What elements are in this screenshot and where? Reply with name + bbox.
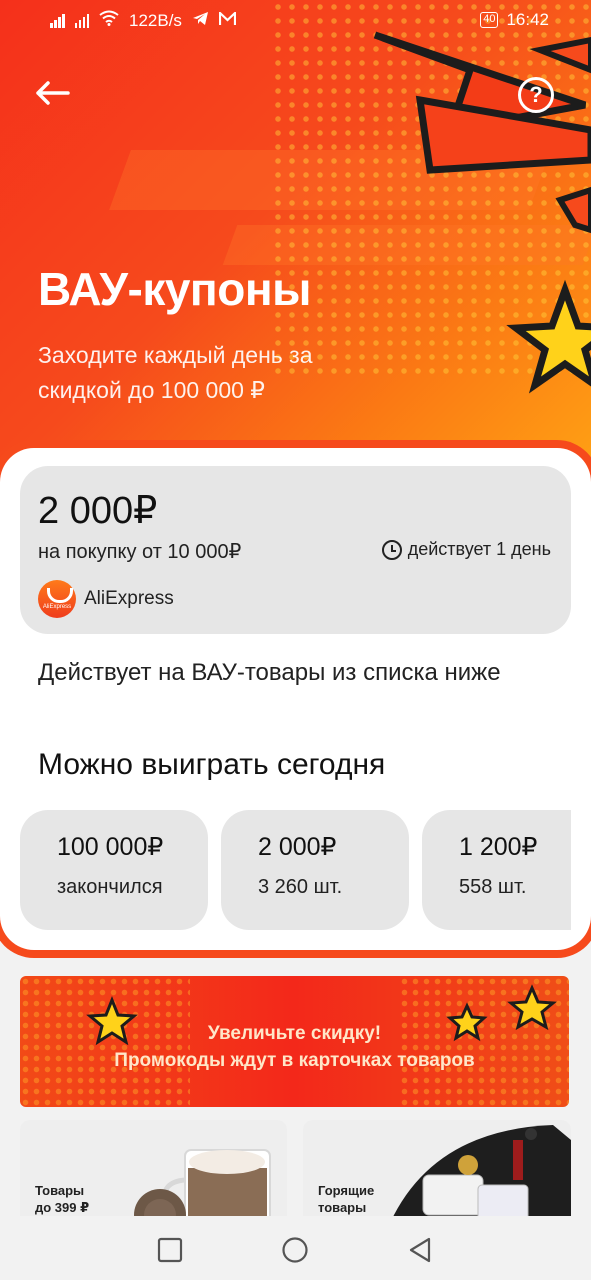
promo-banner[interactable]: Увеличьте скидку! Промокоды ждут в карто… xyxy=(20,976,569,1107)
coupon-amount: 2 000₽ xyxy=(38,490,158,532)
back-triangle-icon[interactable] xyxy=(406,1236,434,1264)
recent-apps-square-icon[interactable] xyxy=(156,1236,184,1264)
prize-card[interactable]: 100 000₽ закончился xyxy=(20,810,208,930)
coupon-validity-text: действует 1 день xyxy=(407,539,551,559)
arrow-left-icon xyxy=(36,81,70,105)
brand-name: AliExpress xyxy=(84,588,174,609)
prize-card[interactable]: 2 000₽ 3 260 шт. xyxy=(221,810,409,930)
battery-icon: 40 xyxy=(480,12,499,28)
clock-time: 16:42 xyxy=(506,10,549,29)
prizes-list[interactable]: 100 000₽ закончился 2 000₽ 3 260 шт. 1 2… xyxy=(20,810,571,932)
hero-banner: 122B/s 40 16:42 ? ВАУ-купоны Заходите ка… xyxy=(0,0,591,470)
system-nav-bar xyxy=(0,1216,591,1280)
signal-icon xyxy=(50,13,65,28)
prize-status: 3 260 шт. xyxy=(258,876,343,898)
coupon-note: Действует на ВАУ-товары из списка ниже xyxy=(38,659,501,686)
network-speed: 122B/s xyxy=(129,10,182,30)
prize-value: 100 000₽ xyxy=(57,833,164,861)
clock-icon xyxy=(381,539,402,560)
signal-icon xyxy=(74,13,89,28)
prize-value: 1 200₽ xyxy=(459,833,538,861)
coupon-block[interactable]: 2 000₽ на покупку от 10 000₽ действует 1… xyxy=(20,466,571,634)
tile-hot-goods[interactable]: Горящие товары xyxy=(303,1120,571,1230)
coupon-validity: действует 1 день xyxy=(381,539,551,560)
aliexpress-logo-icon: AliExpress xyxy=(38,580,76,618)
tile-label: Горящие товары xyxy=(318,1183,375,1215)
telegram-icon xyxy=(192,11,209,31)
question-circle-icon: ? xyxy=(529,82,543,107)
prize-value: 2 000₽ xyxy=(258,833,337,861)
status-bar: 122B/s 40 16:42 xyxy=(0,0,591,40)
page-title: ВАУ-купоны xyxy=(38,263,311,315)
prize-status: 558 шт. xyxy=(459,876,527,898)
home-circle-icon[interactable] xyxy=(281,1236,309,1264)
coupon-condition: на покупку от 10 000₽ xyxy=(38,541,242,563)
back-button[interactable] xyxy=(34,78,74,114)
banner-line2: Промокоды ждут в карточках товаров xyxy=(114,1050,475,1071)
help-button[interactable]: ? xyxy=(518,77,554,113)
tile-label: Товары до 399 ₽ xyxy=(35,1183,90,1215)
coupon-brand: AliExpress AliExpress xyxy=(38,580,174,618)
page-subtitle: Заходите каждый день за скидкой до 100 0… xyxy=(38,342,313,403)
wifi-icon xyxy=(99,10,119,31)
mail-icon xyxy=(218,9,237,31)
banner-text: Увеличьте скидку! Промокоды ждут в карто… xyxy=(20,1020,569,1074)
prize-status: закончился xyxy=(57,876,163,898)
tile-cheap-goods[interactable]: Товары до 399 ₽ xyxy=(20,1120,287,1230)
banner-line1: Увеличьте скидку! xyxy=(207,1023,382,1044)
prizes-title: Можно выиграть сегодня xyxy=(38,748,386,781)
coupon-card: 2 000₽ на покупку от 10 000₽ действует 1… xyxy=(0,448,591,950)
prize-card[interactable]: 1 200₽ 558 шт. xyxy=(422,810,571,930)
